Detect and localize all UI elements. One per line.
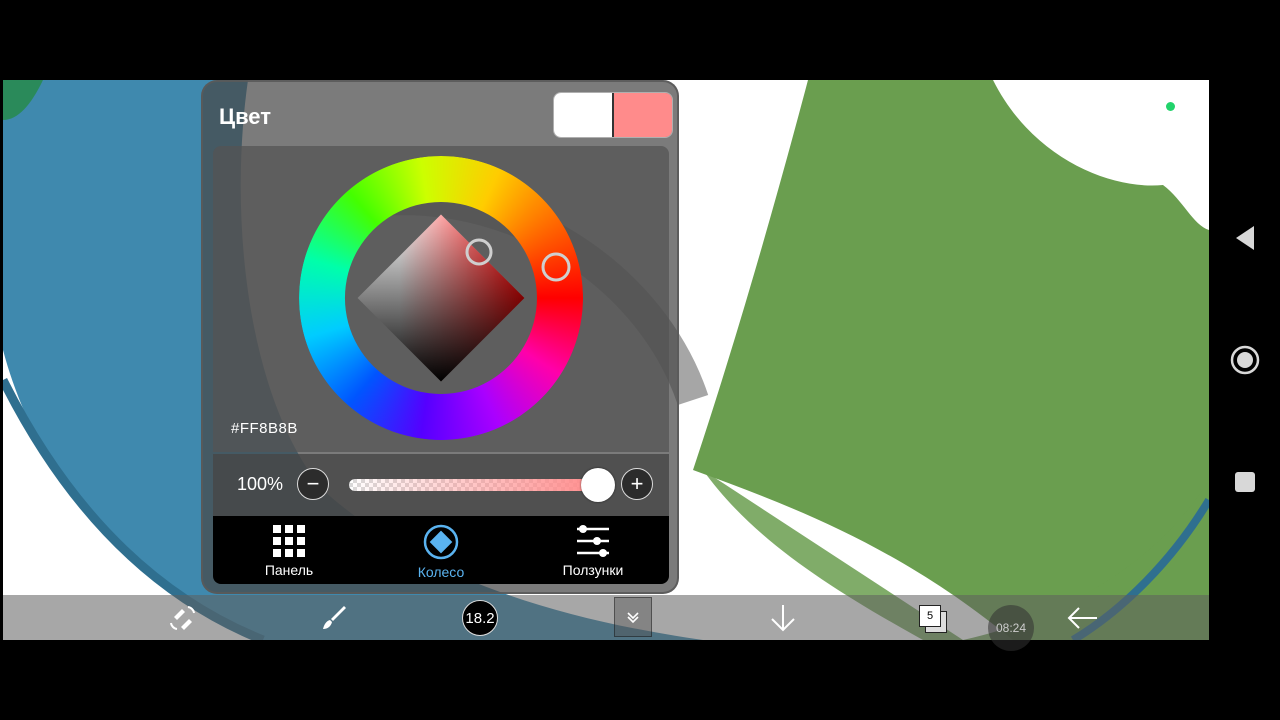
brush-tool-button[interactable] xyxy=(316,595,352,640)
tab-wheel-label: Колесо xyxy=(417,564,465,580)
download-button[interactable] xyxy=(765,595,801,640)
grid-icon xyxy=(273,525,305,557)
color-mode-tabs: Панель Колесо Ползунки xyxy=(213,516,669,584)
opacity-slider-thumb[interactable] xyxy=(581,468,615,502)
color-swatches xyxy=(553,92,673,138)
color-panel: Цвет #FF8B8B 100% − + Панель Колесо Полз… xyxy=(201,80,679,594)
android-nav-bar xyxy=(1209,0,1280,720)
download-arrow-icon xyxy=(771,604,795,631)
back-button[interactable] xyxy=(1065,595,1101,640)
nav-home-button[interactable] xyxy=(1229,344,1261,376)
panel-title: Цвет xyxy=(219,104,272,129)
clock-display: 08:24 xyxy=(988,605,1034,651)
nav-recents-button[interactable] xyxy=(1229,466,1261,498)
brush-icon xyxy=(323,605,346,629)
nav-back-button[interactable] xyxy=(1229,222,1261,254)
color-wheel[interactable] xyxy=(213,146,669,452)
plus-icon: + xyxy=(630,471,644,496)
layer-count-badge: 5 xyxy=(919,605,941,627)
hex-value[interactable]: #FF8B8B xyxy=(231,420,298,437)
sliders-icon xyxy=(577,525,609,557)
tab-panel-label: Панель xyxy=(264,562,314,578)
secondary-color-swatch[interactable] xyxy=(612,93,672,137)
opacity-row: 100% − + xyxy=(213,454,669,516)
expand-chevron-icon xyxy=(627,612,639,624)
tab-panel[interactable]: Панель xyxy=(213,516,365,584)
back-triangle-icon xyxy=(1236,226,1254,250)
recents-square-icon xyxy=(1235,472,1255,492)
tab-sliders-label: Ползунки xyxy=(562,562,624,578)
primary-color-swatch[interactable] xyxy=(554,93,612,137)
opacity-slider[interactable] xyxy=(349,479,601,491)
diamond-wheel-icon xyxy=(423,524,459,560)
back-arrow-icon xyxy=(1067,606,1097,629)
swap-tool-icon xyxy=(170,605,195,630)
opacity-decrease-button[interactable]: − xyxy=(297,468,329,500)
minus-icon: − xyxy=(306,471,320,496)
bottom-toolbar: 18.2 5 08:24 xyxy=(3,595,1209,651)
status-dot xyxy=(1166,102,1175,111)
expand-toolbar-button[interactable] xyxy=(614,597,652,637)
tab-wheel[interactable]: Колесо xyxy=(365,516,517,584)
opacity-label: 100% xyxy=(237,474,284,494)
brush-size-indicator[interactable]: 18.2 xyxy=(462,600,498,636)
tab-sliders[interactable]: Ползунки xyxy=(517,516,669,584)
drawing-screen: Цвет #FF8B8B 100% − + Панель Колесо Полз… xyxy=(3,80,1209,640)
swap-tool-button[interactable] xyxy=(165,595,201,640)
layers-button[interactable]: 5 xyxy=(919,603,947,633)
home-circle-icon xyxy=(1230,345,1260,375)
opacity-increase-button[interactable]: + xyxy=(621,468,653,500)
color-wheel-area: #FF8B8B xyxy=(213,146,669,452)
